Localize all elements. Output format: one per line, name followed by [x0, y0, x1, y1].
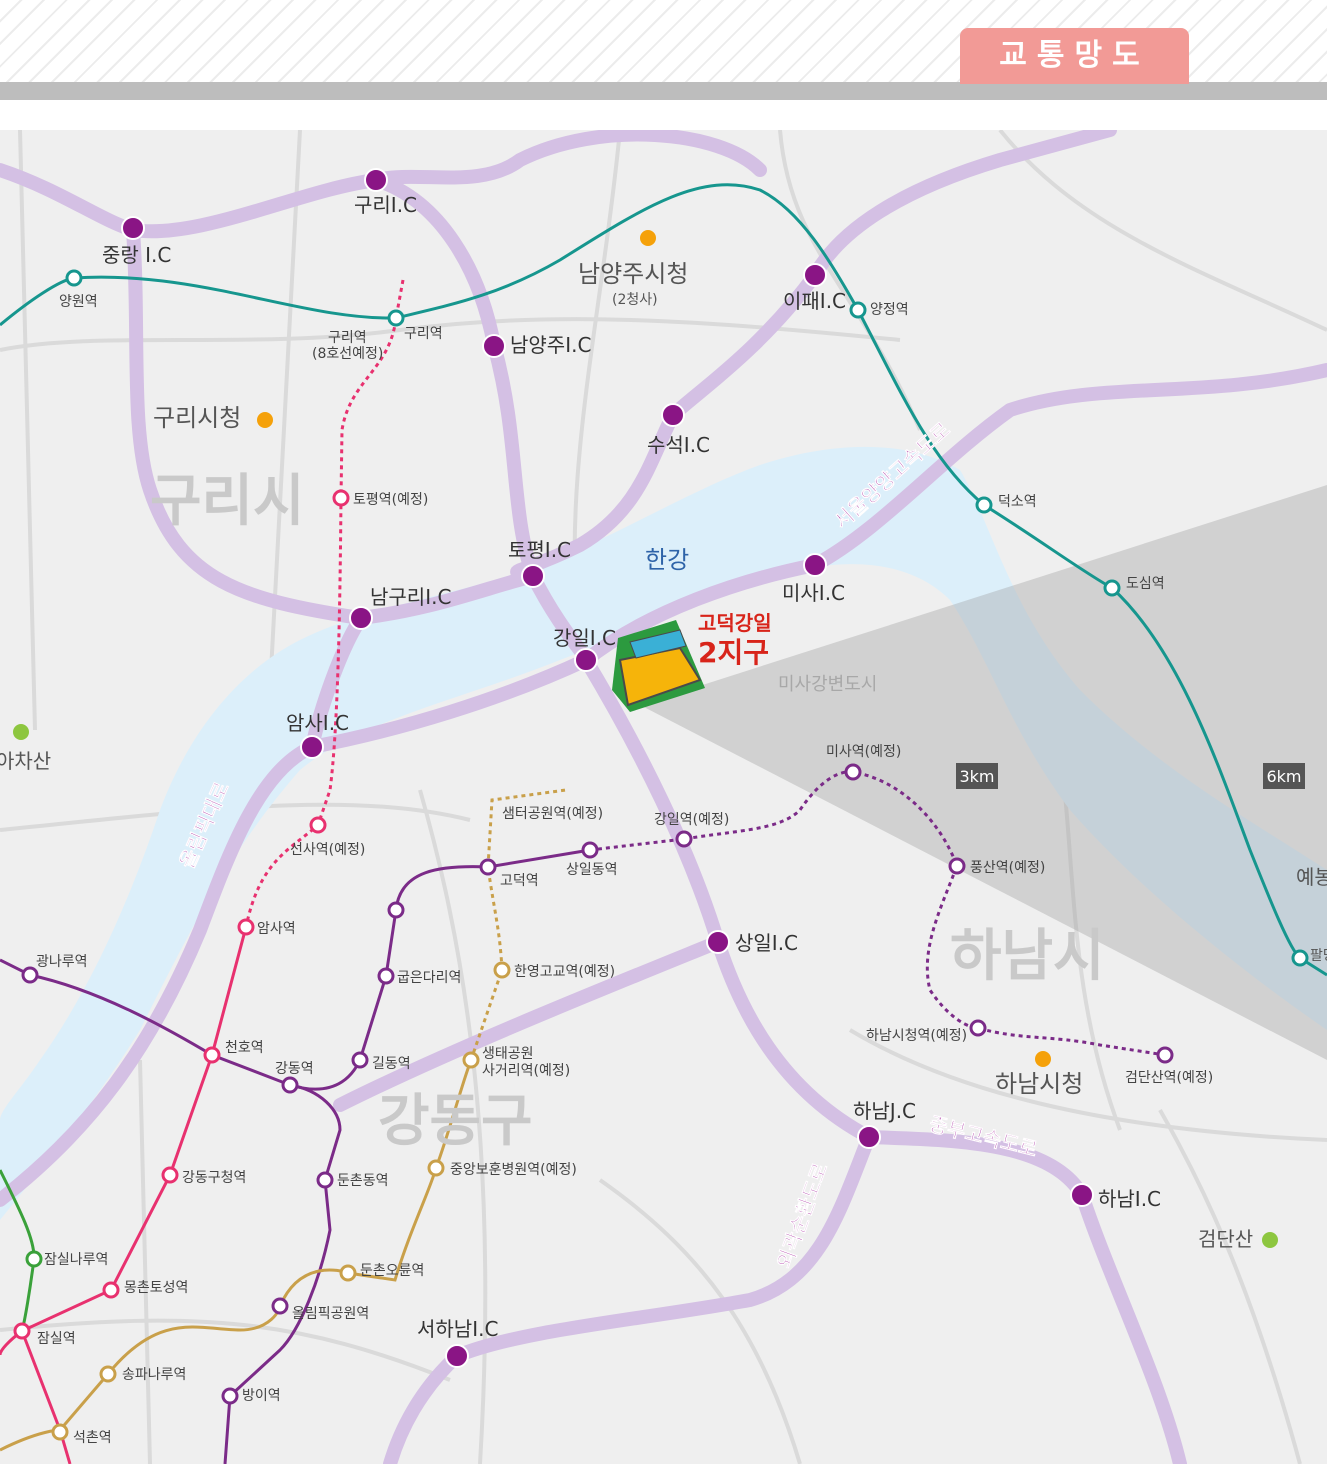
ic-gangil-dot: [574, 648, 598, 672]
radius-3km-label: 3km: [959, 767, 994, 786]
station-olympic-park-label: 올림픽공원역: [292, 1306, 369, 1322]
yebong-label: 예봉: [1296, 865, 1327, 889]
ic-amsa-dot: [300, 735, 324, 759]
station-hanam-hall-planned-label: 하남시청역(예정): [866, 1028, 967, 1044]
ic-misa-dot: [803, 553, 827, 577]
transport-map: 3km 6km 구리시 하남시 강동구 한강 미사강변도시 고덕강일 2지구 남…: [0, 130, 1327, 1464]
station-sangildong-label: 상일동역: [566, 862, 618, 878]
station-hanyeong-planned-label: 한영고교역(예정): [514, 964, 615, 980]
station-dosim-label: 도심역: [1126, 576, 1165, 592]
station-semteo-planned-label: 샘터공원역(예정): [502, 806, 603, 822]
guri-hall-label: 구리시청: [153, 404, 241, 432]
ic-namyangju-dot: [482, 334, 506, 358]
ic-ipae-label: 이패I.C: [783, 289, 846, 313]
ic-namguri-label: 남구리I.C: [370, 585, 451, 609]
ic-misa-label: 미사I.C: [782, 581, 845, 605]
station-guri-label: 구리역: [404, 326, 443, 342]
project-name-line2: 2지구: [698, 636, 769, 669]
ic-sangil-label: 상일I.C: [735, 931, 798, 955]
station-seonsa-planned-label: 선사역(예정): [290, 842, 365, 858]
station-saengtae-1-label: 생태공원: [482, 1046, 534, 1062]
station-saengtae-2-label: 사거리역(예정): [482, 1063, 570, 1079]
ic-hanam-jc-label: 하남J.C: [853, 1099, 916, 1123]
ic-topyeong-dot: [521, 564, 545, 588]
station-yangwon-label: 양원역: [59, 294, 98, 310]
namyangju-hall-label: 남양주시청: [578, 260, 688, 288]
ic-suseok-label: 수석I.C: [647, 433, 710, 457]
station-godeok-label: 고덕역: [500, 873, 539, 889]
project-name-line1: 고덕강일: [698, 611, 772, 635]
ic-jungrang-dot: [121, 216, 145, 240]
station-bangi-label: 방이역: [242, 1388, 281, 1404]
geomdansan-label: 검단산: [1198, 1227, 1253, 1251]
page-title: 교통망도: [960, 28, 1189, 84]
radius-6km-label: 6km: [1266, 767, 1301, 786]
achasan-label: 아차산: [0, 749, 51, 773]
station-guri-planned-sub-label: (8호선예정): [312, 346, 383, 362]
river-label: 한강: [645, 546, 689, 574]
station-jungang-planned-label: 중앙보훈병원역(예정): [450, 1162, 577, 1178]
station-dunchon-oryun-label: 둔촌오륜역: [360, 1263, 424, 1279]
ic-seohanam-label: 서하남I.C: [417, 1317, 498, 1341]
area-gangdong-gu: 강동구: [378, 1089, 533, 1154]
map-canvas: 3km 6km 구리시 하남시 강동구 한강 미사강변도시 고덕강일 2지구 남…: [0, 130, 1327, 1464]
station-amsa-label: 암사역: [257, 921, 296, 937]
line9-south: [0, 1428, 61, 1452]
highway-outer-ring-label: 외곽순환도로: [772, 1160, 832, 1272]
station-yangjeong-label: 양정역: [870, 302, 909, 318]
ic-jungrang-label: 중랑 I.C: [102, 243, 171, 267]
ic-hanam-jc-dot: [857, 1125, 881, 1149]
highway-jungbu-label: 중부고속도로: [927, 1112, 1040, 1162]
station-seokchon-label: 석촌역: [73, 1430, 112, 1446]
station-gangdong-label: 강동역: [275, 1061, 314, 1077]
line5-branch: [223, 1083, 342, 1464]
ic-guri-dot: [364, 168, 388, 192]
station-jamsil-label: 잠실역: [37, 1331, 76, 1347]
paldang-label: 팔당: [1310, 948, 1327, 964]
station-dunchondong-label: 둔촌동역: [337, 1173, 389, 1189]
station-gangdong-gu-office-label: 강동구청역: [182, 1170, 246, 1186]
area-hanam-si: 하남시: [950, 924, 1105, 989]
station-gildong-label: 길동역: [372, 1056, 411, 1072]
station-mongchon-label: 몽촌토성역: [124, 1280, 188, 1296]
ic-namyangju-label: 남양주I.C: [510, 333, 591, 357]
ic-hanam-ic-dot: [1070, 1183, 1094, 1207]
station-songpanaru-label: 송파나루역: [122, 1367, 186, 1383]
station-jamsilnaru-label: 잠실나루역: [44, 1252, 108, 1268]
area-guri-si: 구리시: [150, 469, 305, 534]
station-gangil-planned-label: 강일역(예정): [654, 812, 729, 828]
ic-seohanam-dot: [445, 1344, 469, 1368]
ic-amsa-label: 암사I.C: [286, 711, 349, 735]
station-geomdansan-planned-label: 검단산역(예정): [1125, 1070, 1213, 1086]
hanam-hall-label: 하남시청: [995, 1070, 1083, 1098]
station-deokso-label: 덕소역: [998, 494, 1037, 510]
namyangju-hall-sub-label: (2청사): [612, 292, 658, 308]
ic-guri-label: 구리I.C: [354, 193, 417, 217]
ic-sangil-dot: [706, 930, 730, 954]
ic-hanam-ic-label: 하남I.C: [1098, 1187, 1161, 1211]
station-toppyeong-planned-label: 토평역(예정): [353, 492, 428, 508]
ic-gangil-label: 강일I.C: [553, 626, 616, 650]
station-guri-planned-label: 구리역: [328, 330, 367, 346]
header-bar: [0, 82, 1327, 100]
station-cheonho-label: 천호역: [225, 1040, 264, 1056]
station-gubeundari-label: 굽은다리역: [397, 970, 461, 986]
ic-namguri-dot: [349, 606, 373, 630]
ic-topyeong-label: 토평I.C: [508, 538, 571, 562]
station-pungsan-planned-label: 풍산역(예정): [970, 860, 1045, 876]
line8-south: [20, 1330, 72, 1464]
station-misa-planned-label: 미사역(예정): [826, 744, 901, 760]
new-town-label: 미사강변도시: [778, 674, 877, 695]
ic-suseok-dot: [661, 403, 685, 427]
ic-ipae-dot: [803, 263, 827, 287]
station-gwangnaru-label: 광나루역: [36, 954, 88, 970]
